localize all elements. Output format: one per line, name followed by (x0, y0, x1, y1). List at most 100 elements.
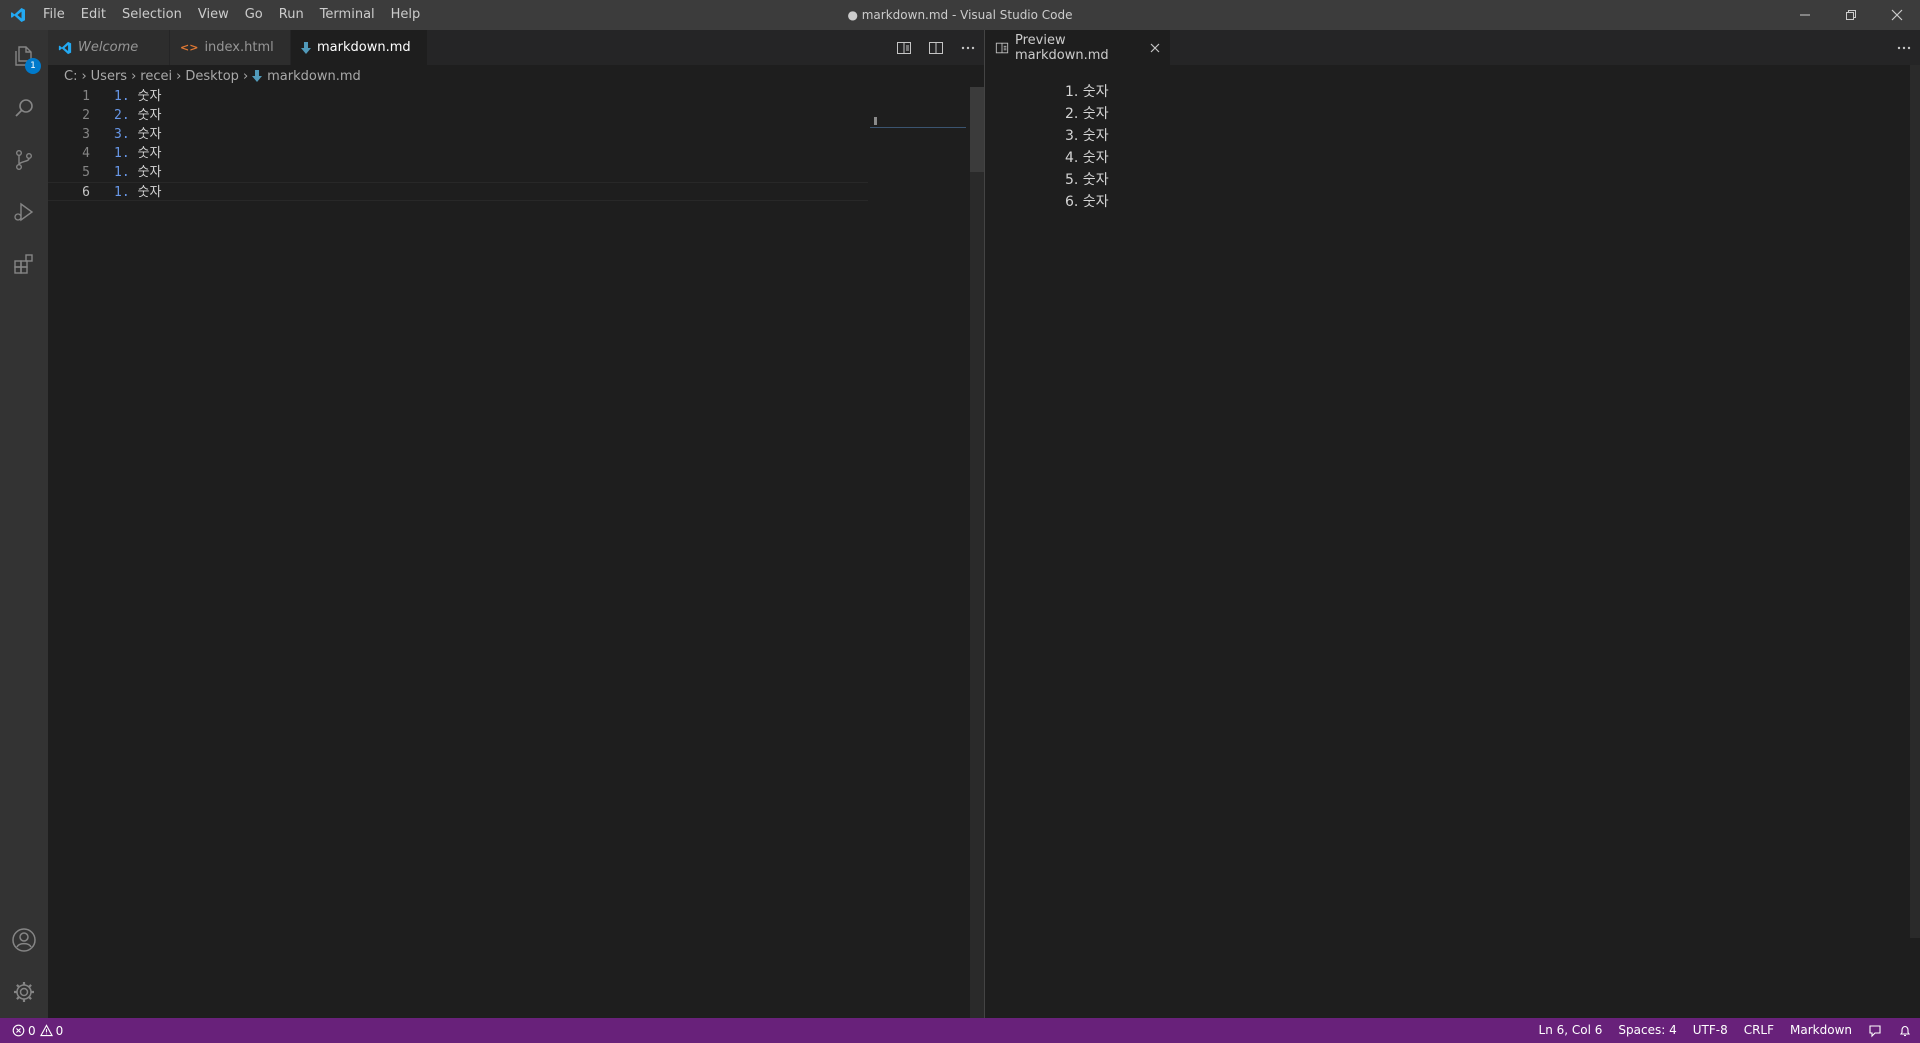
breadcrumb-item[interactable]: C: (64, 69, 77, 84)
breadcrumb-item[interactable]: recei (140, 69, 172, 84)
code-line[interactable]: 5 1. 숫자 (48, 163, 868, 182)
editor-group-left: Welcome <> index.html markdown.md C: › U… (48, 30, 984, 1018)
breadcrumb: C: › Users › recei › Desktop › markdown.… (48, 65, 984, 87)
feedback-icon[interactable] (1860, 1024, 1890, 1038)
chevron-right-icon: › (176, 68, 182, 84)
source-control-icon (15, 150, 32, 171)
code-line[interactable]: 3 3. 숫자 (48, 125, 868, 144)
settings-gear-icon (14, 982, 34, 1002)
minimize-button[interactable] (1782, 0, 1828, 30)
list-marker: 3. (114, 127, 130, 142)
bell-icon[interactable] (1890, 1024, 1920, 1038)
editor-scrollbar[interactable] (970, 87, 984, 1018)
cursor-position[interactable]: Ln 6, Col 6 (1531, 1018, 1611, 1043)
menu-terminal[interactable]: Terminal (312, 0, 383, 30)
tab-welcome[interactable]: Welcome (48, 30, 170, 65)
markdown-icon (252, 70, 263, 82)
run-debug-icon (14, 202, 34, 222)
split-editor-icon (929, 41, 943, 54)
code-line-current[interactable]: 6 1. 숫자 (48, 182, 868, 201)
tab-preview-markdown[interactable]: Preview markdown.md (985, 30, 1171, 65)
menu-bar: File Edit Selection View Go Run Terminal… (35, 0, 428, 30)
language-mode[interactable]: Markdown (1782, 1018, 1860, 1043)
account-icon (12, 928, 36, 952)
menu-help[interactable]: Help (383, 0, 429, 30)
preview-list-item: 4. 숫자 (1065, 150, 1109, 166)
activity-extensions[interactable] (0, 238, 48, 290)
minimap-content (874, 117, 877, 125)
end-of-line[interactable]: CRLF (1736, 1018, 1782, 1043)
preview-more-actions-button[interactable] (1888, 30, 1920, 65)
preview-actions (1888, 30, 1920, 65)
preview-list-item: 2. 숫자 (1065, 106, 1109, 122)
more-actions-button[interactable] (952, 30, 984, 65)
tab-label: Preview markdown.md (1015, 32, 1109, 63)
line-text: 숫자 (137, 89, 162, 104)
tab-label: Welcome (78, 40, 139, 55)
line-text: 숫자 (137, 165, 162, 180)
ellipsis-icon (1897, 46, 1911, 49)
problems-indicator[interactable]: 0 0 (0, 1024, 63, 1038)
activity-accounts[interactable] (0, 914, 48, 966)
preview-ordered-list: 1. 숫자 2. 숫자 3. 숫자 4. 숫자 5. 숫자 6. 숫자 (1065, 81, 1109, 213)
preview-list-item: 1. 숫자 (1065, 84, 1109, 100)
activity-search[interactable] (0, 82, 48, 134)
scrollbar-thumb[interactable] (970, 87, 984, 172)
code-line[interactable]: 4 1. 숫자 (48, 144, 868, 163)
line-number: 4 (82, 146, 90, 161)
line-number: 1 (82, 89, 90, 104)
code-line[interactable]: 2 2. 숫자 (48, 106, 868, 125)
close-window-button[interactable] (1874, 0, 1920, 30)
breadcrumb-item[interactable]: markdown.md (267, 69, 361, 84)
menu-go[interactable]: Go (237, 0, 271, 30)
close-icon (1891, 9, 1903, 21)
breadcrumb-item[interactable]: Users (91, 69, 127, 84)
indentation[interactable]: Spaces: 4 (1610, 1018, 1684, 1043)
breadcrumb-item[interactable]: Desktop (185, 69, 239, 84)
tab-label: index.html (204, 40, 274, 55)
error-icon (12, 1024, 25, 1037)
split-editor-button[interactable] (920, 30, 952, 65)
activity-bar: 1 (0, 30, 48, 1018)
line-number: 5 (82, 165, 90, 180)
explorer-badge: 1 (25, 58, 41, 74)
chevron-right-icon: › (242, 68, 249, 84)
tab-index-html[interactable]: <> index.html (170, 30, 291, 65)
activity-run-debug[interactable] (0, 186, 48, 238)
code-line[interactable]: 1 1. 숫자 (48, 87, 868, 106)
open-preview-to-side-button[interactable] (888, 30, 920, 65)
encoding[interactable]: UTF-8 (1685, 1018, 1736, 1043)
status-bar: 0 0 Ln 6, Col 6 Spaces: 4 UTF-8 CRLF Mar… (0, 1018, 1920, 1043)
minimap[interactable] (870, 87, 966, 128)
list-marker: 1. (114, 146, 130, 161)
line-text: 숫자 (137, 185, 162, 200)
menu-file[interactable]: File (35, 0, 73, 30)
menu-selection[interactable]: Selection (114, 0, 190, 30)
list-marker: 1. (114, 185, 130, 200)
window-controls (1782, 0, 1920, 30)
menu-edit[interactable]: Edit (73, 0, 114, 30)
editor-actions (888, 30, 984, 65)
activity-source-control[interactable] (0, 134, 48, 186)
menu-view[interactable]: View (190, 0, 237, 30)
preview-tab-bar: Preview markdown.md (985, 30, 1920, 65)
warning-icon (39, 1024, 53, 1037)
code-editor[interactable]: 1 1. 숫자 2 2. 숫자 3 3. 숫자 4 1. 숫자 5 1. 숫자 … (48, 87, 868, 201)
close-tab-icon[interactable] (1150, 43, 1160, 53)
editor-group-preview: Preview markdown.md 1. 숫자 2. 숫자 3. 숫자 4.… (984, 30, 1920, 1018)
line-number: 6 (82, 185, 90, 200)
restore-icon (1846, 10, 1856, 20)
preview-icon (995, 41, 1009, 55)
activity-explorer[interactable]: 1 (0, 30, 48, 82)
tab-markdown-md[interactable]: markdown.md (291, 30, 428, 65)
list-marker: 2. (114, 108, 130, 123)
activity-manage[interactable] (0, 966, 48, 1018)
minimap-slider (870, 127, 966, 128)
menu-run[interactable]: Run (271, 0, 312, 30)
preview-scrollbar[interactable] (1910, 65, 1920, 938)
list-marker: 1. (114, 165, 130, 180)
restore-button[interactable] (1828, 0, 1874, 30)
chevron-right-icon: › (131, 68, 137, 84)
preview-list-item: 6. 숫자 (1065, 194, 1109, 210)
list-marker: 1. (114, 89, 130, 104)
